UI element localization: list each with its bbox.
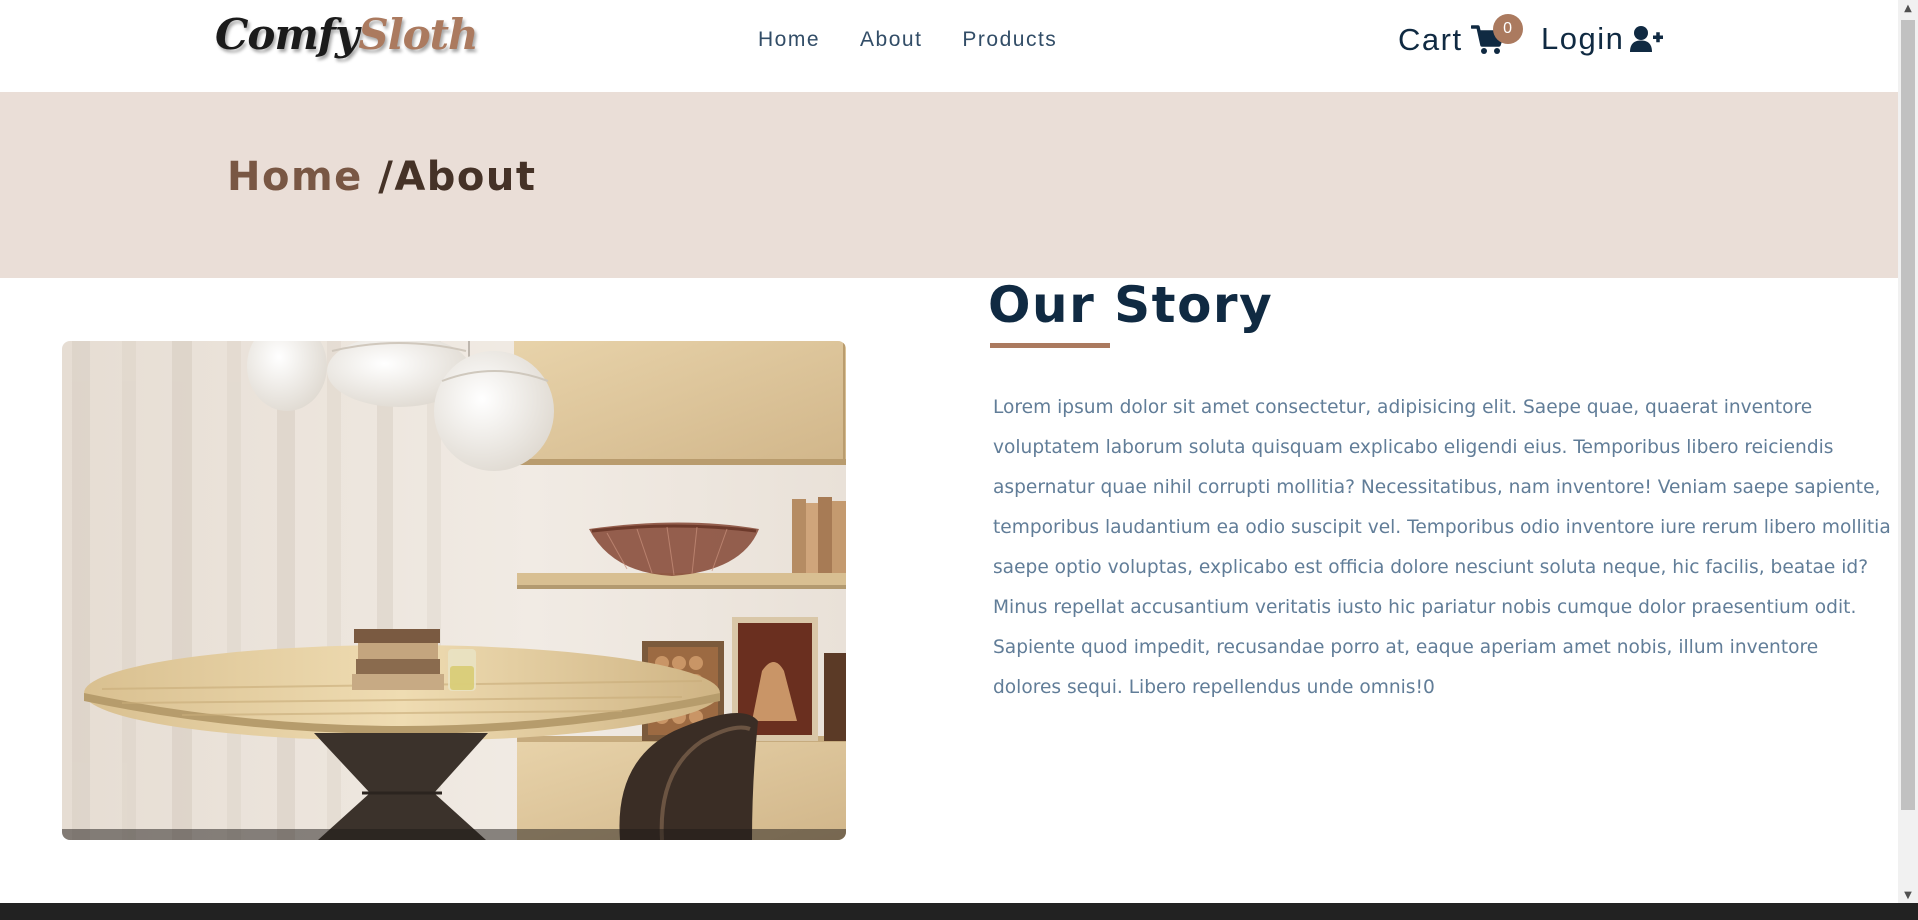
cart-icon-wrapper: 0 [1469,14,1523,56]
scrollbar[interactable]: ▲ ▼ [1898,0,1918,903]
nav-link-about[interactable]: About [860,28,922,52]
scroll-down-icon[interactable]: ▼ [1898,887,1918,903]
footer-strip [0,903,1918,920]
cart-label: Cart [1398,22,1463,57]
logo-sloth: Sloth [358,10,478,59]
about-page: ComfySloth Home About Products Cart 0 Lo… [0,0,1918,920]
page-hero: Home /About [0,92,1898,278]
nav-link-home[interactable]: Home [758,28,820,52]
story-text: Lorem ipsum dolor sit amet consectetur, … [993,397,1891,698]
breadcrumb: Home /About [227,154,536,200]
nav-links: Home About Products [758,28,1057,52]
scroll-up-icon[interactable]: ▲ [1898,0,1918,16]
logo[interactable]: ComfySloth [215,10,479,59]
title-underline [990,343,1110,348]
about-image [62,341,846,840]
cart-button[interactable]: Cart 0 [1398,14,1523,58]
logo-comfy: Comfy [215,10,359,59]
breadcrumb-home-link[interactable]: Home [227,154,363,200]
login-label: Login [1541,21,1625,56]
interior-photo [62,341,846,840]
login-button[interactable]: Login [1541,21,1664,57]
scroll-thumb[interactable] [1901,20,1915,810]
user-plus-icon [1630,26,1664,52]
nav-link-products[interactable]: Products [962,28,1057,52]
navbar: ComfySloth Home About Products Cart 0 Lo… [0,0,1898,92]
story-title: Our Story [988,276,1274,334]
breadcrumb-current: /About [378,154,537,200]
cart-count-badge: 0 [1492,14,1523,44]
